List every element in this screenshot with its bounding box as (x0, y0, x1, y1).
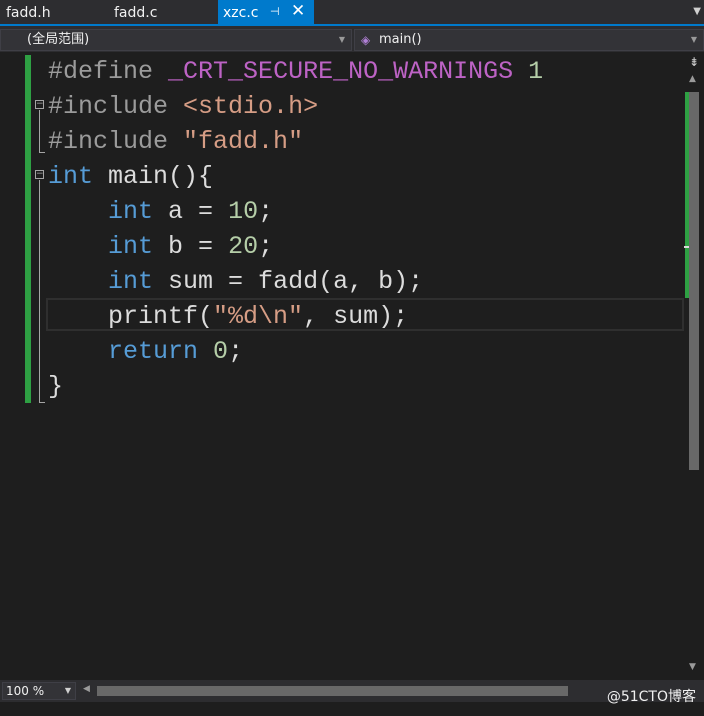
collapse-main-icon[interactable]: − (35, 170, 44, 179)
split-window-icon[interactable]: ⇟ (689, 55, 699, 69)
scroll-down-icon[interactable]: ▼ (689, 662, 696, 672)
code-line-3: #include "fadd.h" (48, 127, 304, 156)
editor-margin (0, 52, 22, 680)
code-line-2: #include <stdio.h> (48, 92, 319, 121)
tab-fadd-c[interactable]: fadd.c (114, 0, 210, 24)
scroll-left-icon[interactable]: ◀ (83, 684, 90, 694)
horizontal-scrollbar-thumb[interactable] (97, 686, 568, 696)
editor-bottom-bar: 100 % ▼ ◀ (0, 680, 704, 702)
navigation-bar: (全局范围) ▼ ◈ main() ▼ (0, 24, 704, 52)
fold-guide-end (39, 402, 45, 403)
code-line-7: int sum = fadd(a, b); (108, 267, 424, 296)
code-line-1: #define _CRT_SECURE_NO_WARNINGS 1 (48, 57, 544, 86)
scroll-up-icon[interactable]: ▲ (689, 74, 696, 84)
fold-guide-end (39, 152, 45, 153)
document-tab-strip: fadd.h fadd.c xzc.c ⊣ ✕ ▼ (0, 0, 704, 24)
code-line-9: return 0; (108, 337, 244, 366)
fold-guide (39, 110, 40, 152)
watermark: @51CTO博客 (606, 689, 696, 705)
tab-label: xzc.c (223, 5, 259, 21)
tab-label: fadd.c (114, 5, 158, 21)
code-editor[interactable]: − − #define _CRT_SECURE_NO_WARNINGS 1 #i… (0, 52, 684, 680)
tab-label: fadd.h (6, 5, 51, 21)
code-line-6: int b = 20; (108, 232, 274, 261)
scrollbar-thumb[interactable] (689, 92, 699, 470)
dropdown-arrow-icon[interactable]: ▼ (693, 0, 701, 24)
chevron-down-icon: ▼ (64, 686, 71, 695)
chevron-down-icon: ▼ (338, 35, 345, 44)
collapse-include-icon[interactable]: − (35, 100, 44, 109)
tab-xzc-c[interactable]: xzc.c ⊣ ✕ (218, 0, 314, 24)
vertical-scrollbar[interactable]: ⇟ ▲ ▼ (684, 52, 704, 680)
fold-guide (39, 180, 40, 402)
zoom-dropdown[interactable]: 100 % ▼ (2, 682, 76, 700)
close-icon[interactable]: ✕ (291, 0, 305, 23)
tab-fadd-h[interactable]: fadd.h (6, 0, 102, 24)
zoom-label: 100 % (6, 684, 45, 698)
function-label: main() (379, 32, 422, 47)
chevron-down-icon: ▼ (690, 35, 697, 44)
code-line-4: int main(){ (48, 162, 214, 191)
code-line-8: printf("%d\n", sum); (108, 302, 409, 331)
function-icon: ◈ (361, 33, 371, 47)
function-dropdown[interactable]: ◈ main() ▼ (354, 29, 704, 51)
code-line-10: } (48, 372, 64, 401)
pin-icon[interactable]: ⊣ (270, 0, 280, 24)
code-line-5: int a = 10; (108, 197, 274, 226)
scope-dropdown[interactable]: (全局范围) ▼ (0, 29, 352, 51)
scope-label: (全局范围) (27, 32, 90, 47)
bottom-strip (0, 702, 704, 716)
change-tracking-bar (25, 55, 31, 403)
caret-position-marker (684, 246, 689, 248)
